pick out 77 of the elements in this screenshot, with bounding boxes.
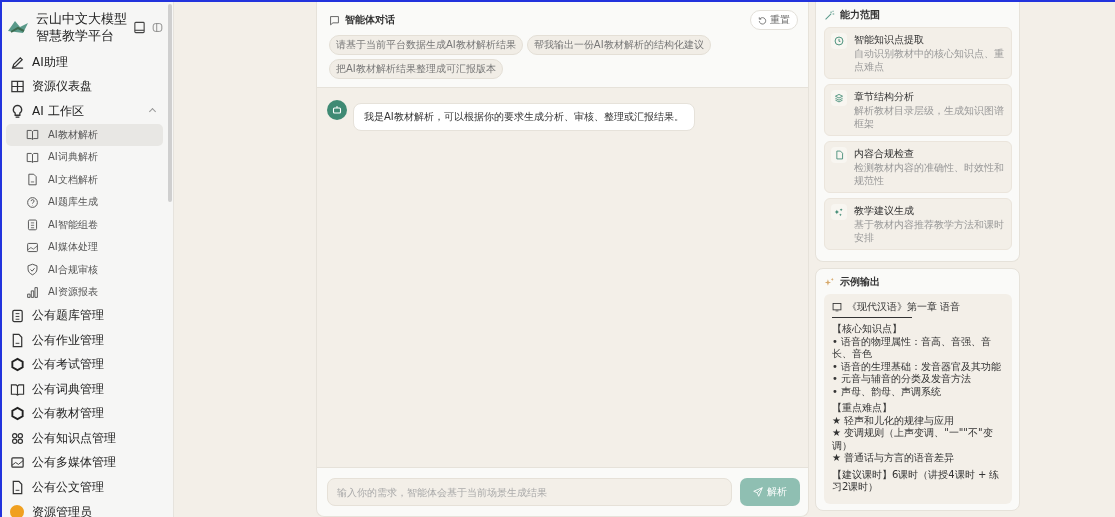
nav-subitem[interactable]: AI智能组卷 bbox=[6, 213, 163, 236]
output-line: • 语音的生理基础：发音器官及其功能 bbox=[832, 360, 1003, 373]
capability-title: 智能知识点提取 bbox=[854, 33, 925, 47]
suggestion-chip[interactable]: 请基于当前平台数据生成AI教材解析结果 bbox=[329, 35, 523, 55]
document-icon bbox=[10, 479, 25, 495]
output-line: • 元音与辅音的分类及发音方法 bbox=[832, 373, 973, 386]
capability-title: 章节结构分析 bbox=[854, 90, 915, 104]
output-line: ★ 轻声和儿化的规律与应用 bbox=[832, 414, 956, 427]
brand-subtitle: 智慧教学平台 bbox=[36, 27, 115, 44]
nav-item[interactable]: 公有多媒体管理 bbox=[6, 450, 163, 475]
nav-subitem[interactable]: AI题库生成 bbox=[6, 191, 163, 214]
question-icon bbox=[26, 195, 39, 209]
refresh-icon bbox=[758, 15, 767, 25]
wand-icon bbox=[824, 9, 835, 21]
chat-bubble-icon bbox=[329, 14, 340, 26]
card-title: 能力范围 bbox=[840, 8, 880, 22]
nav-item[interactable]: 公有词典管理 bbox=[6, 377, 163, 402]
nav-group[interactable]: AI 工作区 bbox=[6, 99, 163, 124]
capability-title: 教学建议生成 bbox=[854, 204, 915, 218]
document-title: 《现代汉语》第一章 语音 bbox=[847, 300, 961, 314]
clipboard-icon bbox=[10, 308, 25, 324]
capability-description: 检测教材内容的准确性、时效性和规范性 bbox=[854, 162, 1005, 187]
nav-item[interactable]: 公有作业管理 bbox=[6, 328, 163, 353]
sidebar-toggle-icon[interactable] bbox=[152, 21, 163, 33]
output-line: ★ 变调规则（上声变调、"一""不"变调） bbox=[832, 427, 994, 452]
suggestion-chip[interactable]: 帮我输出一份AI教材解析的结构化建议 bbox=[526, 35, 711, 55]
bot-avatar-icon bbox=[327, 100, 347, 120]
reset-button[interactable]: 重置 bbox=[750, 10, 798, 30]
message-bubble: 我是AI教材解析，可以根据你的要求生成分析、审核、整理或汇报结果。 bbox=[353, 103, 695, 131]
hexagon-icon bbox=[10, 357, 25, 373]
avatar bbox=[10, 505, 24, 517]
image-icon bbox=[10, 455, 25, 471]
capability-title: 内容合规检查 bbox=[854, 147, 915, 161]
section-heading: 【重点难点】 bbox=[832, 402, 893, 415]
bar-chart-icon bbox=[26, 285, 39, 299]
layers-icon bbox=[834, 93, 844, 103]
message-input[interactable]: 输入你的需求，智能体会基于当前场景生成结果 bbox=[327, 478, 732, 506]
lightbulb-icon bbox=[10, 103, 25, 119]
nav-subitem[interactable]: AI媒体处理 bbox=[6, 236, 163, 259]
document-icon bbox=[834, 150, 844, 160]
clock-icon bbox=[834, 36, 844, 46]
nav-item[interactable]: 公有考试管理 bbox=[6, 352, 163, 377]
shield-icon bbox=[26, 263, 39, 277]
card-title: 示例输出 bbox=[840, 275, 880, 289]
pencil-icon bbox=[10, 54, 25, 70]
capability-description: 解析教材目录层级，生成知识图谱框架 bbox=[854, 105, 1005, 130]
nav-item[interactable]: AI助理 bbox=[6, 50, 163, 75]
hexagon-icon bbox=[10, 406, 25, 422]
apps-icon bbox=[10, 430, 25, 446]
output-line: • 声母、韵母、声调系统 bbox=[832, 385, 943, 398]
nav-subitem[interactable]: AI资源报表 bbox=[6, 281, 163, 304]
nav-subitem[interactable]: AI文档解析 bbox=[6, 168, 163, 191]
image-icon bbox=[26, 240, 39, 254]
nav-item[interactable]: 资源仪表盘 bbox=[6, 74, 163, 99]
section-heading: 【核心知识点】 bbox=[832, 323, 903, 336]
document-icon bbox=[26, 173, 39, 187]
suggestion-chip[interactable]: 把AI教材解析结果整理成可汇报版本 bbox=[329, 59, 503, 79]
send-icon bbox=[753, 487, 763, 497]
sparkle-icon bbox=[834, 207, 844, 217]
nav-subitem[interactable]: AI词典解析 bbox=[6, 146, 163, 169]
user-menu[interactable]: 资源管理员 bbox=[6, 503, 163, 517]
brand-title: 云山中文大模型 bbox=[36, 10, 127, 27]
nav-item[interactable]: 公有题库管理 bbox=[6, 303, 163, 328]
output-line: 【建议课时】6课时（讲授4课时 + 练习2课时） bbox=[832, 468, 1001, 494]
grid-icon bbox=[10, 79, 25, 95]
document-icon bbox=[10, 332, 25, 348]
chat-title: 智能体对话 bbox=[345, 13, 396, 27]
nav-subitem[interactable]: AI教材解析 bbox=[6, 123, 163, 146]
nav-item[interactable]: 公有公文管理 bbox=[6, 475, 163, 500]
nav-item[interactable]: 公有教材管理 bbox=[6, 401, 163, 426]
nav-item[interactable]: 公有知识点管理 bbox=[6, 426, 163, 451]
capability-description: 自动识别教材中的核心知识点、重点难点 bbox=[854, 48, 1005, 73]
output-line: • 语音的物理属性：音高、音强、音长、音色 bbox=[832, 335, 993, 361]
clipboard-icon bbox=[26, 218, 39, 232]
capability-description: 基于教材内容推荐教学方法和课时安排 bbox=[854, 219, 1005, 244]
output-line: ★ 普通话与方言的语音差异 bbox=[832, 452, 956, 465]
nav-subitem[interactable]: AI合规审核 bbox=[6, 258, 163, 281]
